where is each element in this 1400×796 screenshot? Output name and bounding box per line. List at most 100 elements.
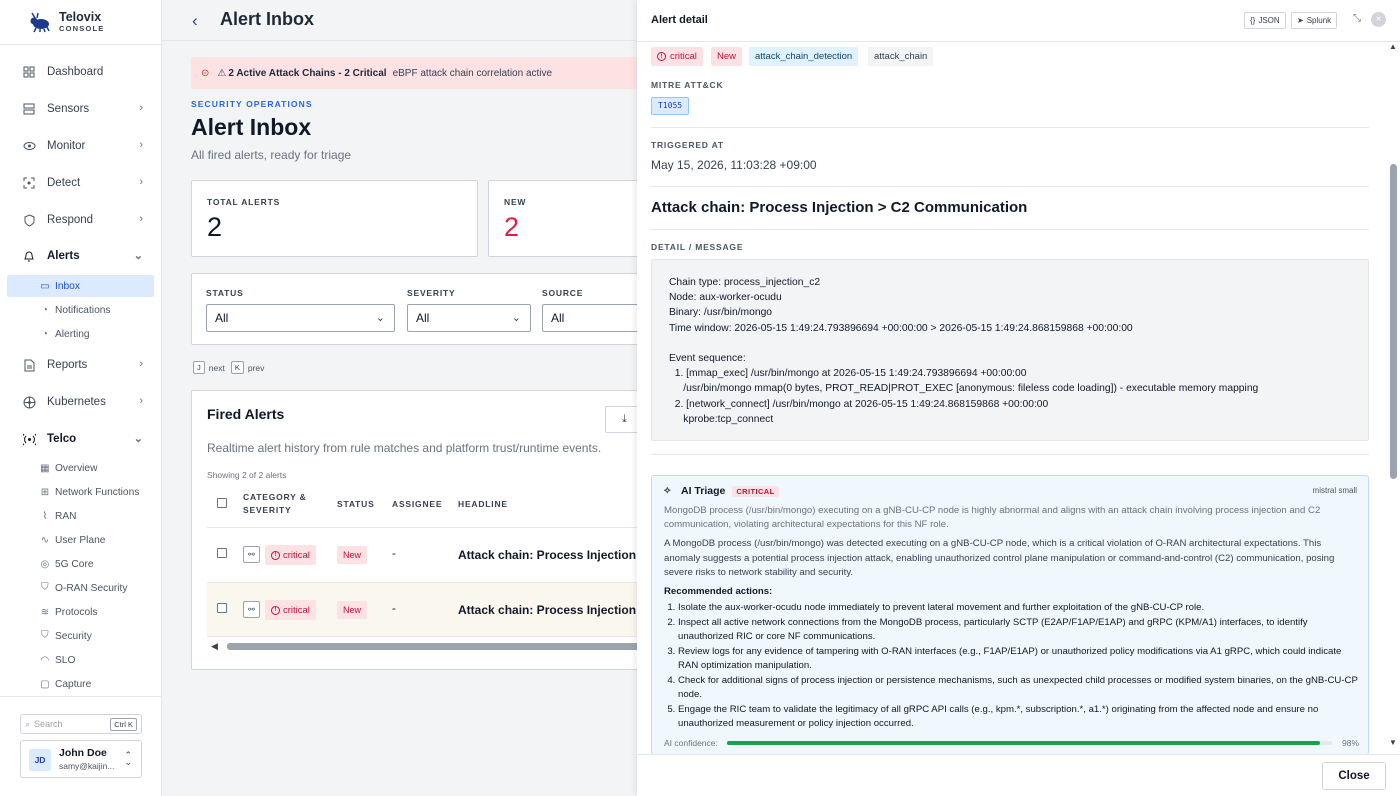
row-checkbox[interactable] [217,603,227,613]
nav-kubernetes[interactable]: Kubernetes › [22,392,147,412]
nav-telco[interactable]: Telco ⌄ [22,429,147,449]
section-divider [651,229,1369,230]
triage-body: A MongoDB process (/usr/bin/mongo) was d… [664,538,1335,578]
status-tag: New [711,47,743,66]
nav-respond[interactable]: Respond › [22,210,147,230]
alert-message: Chain type: process_injection_c2 Node: a… [651,259,1369,441]
source-select[interactable]: All [542,304,637,332]
minimize-icon[interactable]: ⤡ [1353,13,1361,24]
stat-value: 2 [207,212,223,242]
sidebar-item-ran[interactable]: ⌇ RAN [40,507,153,525]
user-email: samy@kaijin... [59,761,115,771]
nav-label: Reports [47,359,88,371]
hint-text: prev [247,362,265,373]
stat-new-alerts: NEW 2 [488,180,637,257]
chevron-down-icon: ⌄ [133,433,143,445]
sidebar-item-5g-core[interactable]: ◎ 5G Core [40,555,153,573]
sidebar-item-notifications[interactable]: ◔ Notifications [40,301,153,319]
user-menu[interactable]: JD John Doe samy@kaijin... ⌃ ⌄ [20,740,142,778]
brand[interactable]: Telovix CONSOLE [28,10,105,34]
nav-detect[interactable]: Detect › [22,173,147,193]
sidebar-item-inbox[interactable]: ▭ Inbox [7,275,154,297]
sidebar-item-protocols[interactable]: ≋ Protocols [40,603,153,621]
horizontal-scrollbar[interactable]: ◀ [207,641,637,651]
column-header-category[interactable]: CATEGORY & SEVERITY [243,491,307,517]
warning-icon: ⚠ [217,67,227,79]
nav-dashboard[interactable]: Dashboard [22,62,147,82]
recommended-actions-label: Recommended actions: [664,586,773,597]
sidebar-item-oran-security[interactable]: ⛉ O-RAN Security [40,579,153,597]
stat-value: 2 [504,212,520,242]
alert-circle-icon: ! [657,52,666,61]
download-button[interactable]: ⤓ [605,406,637,433]
nav-label: Alerts [47,250,80,262]
button-label: JSON [1258,16,1280,25]
rule-tag: attack_chain_detection [749,47,859,66]
action-item: Engage the RIC team to validate the legi… [678,703,1358,732]
nav-alerts[interactable]: Alerts ⌄ [22,246,147,266]
alert-circle-icon: ⊙ [201,67,210,79]
drawer-footer: Close [637,754,1400,796]
severity-select[interactable]: All ⌄ [407,304,531,332]
severity-text: critical [283,604,310,616]
scroll-left-icon[interactable]: ◀ [211,641,218,652]
vertical-scrollbar[interactable]: ▲ ▼ [1387,42,1400,754]
scroll-down-icon[interactable]: ▼ [1389,738,1397,747]
status-select[interactable]: All ⌄ [206,304,395,332]
sidebar-item-user-plane[interactable]: ∿ User Plane [40,531,153,549]
brand-name: Telovix [59,10,102,24]
banner-text: eBPF attack chain correlation active [392,67,553,79]
nav-reports[interactable]: Reports › [22,355,147,375]
scroll-up-icon[interactable]: ▲ [1389,42,1397,51]
button-label: Splunk [1306,16,1332,25]
confidence-label: AI confidence: [664,738,718,748]
user-name: John Doe [59,747,107,759]
search-shortcut: Ctrl K [110,718,137,731]
close-button[interactable]: Close [1322,762,1386,790]
status-badge: New [337,546,368,564]
capture-icon: ▢ [40,678,50,690]
topbar-title: Alert Inbox [220,9,315,29]
status-badge: New [337,601,368,619]
sidebar-item-slo[interactable]: ◠ SLO [40,651,153,669]
stat-label: NEW [504,197,527,207]
category-tag: attack_chain [868,47,934,66]
column-header-headline[interactable]: HEADLINE [458,498,508,511]
sidebar-item-capture[interactable]: ▢ Capture [40,675,153,693]
sidebar-item-overview[interactable]: ▦ Overview [40,459,153,477]
close-icon[interactable]: × [1371,12,1386,27]
nav-monitor[interactable]: Monitor › [22,136,147,156]
sidebar-item-network-functions[interactable]: ⊞ Network Functions [40,483,153,501]
select-all-checkbox[interactable] [217,498,227,508]
filters-panel: STATUS All ⌄ SEVERITY All ⌄ SOURCE All [191,273,637,345]
chevron-updown-icon: ⌃ ⌄ [124,750,132,767]
column-header-status[interactable]: STATUS [337,498,375,511]
bell-icon: ◔ [41,304,49,316]
json-button[interactable]: {} JSON [1244,12,1286,29]
fired-alerts-card: Fired Alerts ⤓ Realtime alert history fr… [191,390,637,670]
page-title: Alert Inbox [191,114,312,140]
sidebar-item-alerting[interactable]: ◔ Alerting [40,325,153,343]
section-divider [651,186,1369,187]
attack-chain-banner[interactable]: ⊙ ⚠ 2 Active Attack Chains - 2 Critical … [191,57,637,89]
confidence-value: 98% [1341,738,1359,748]
mitre-technique-tag[interactable]: T1055 [651,97,690,115]
action-item: Isolate the aux-worker-ocudu node immedi… [678,601,1358,616]
scrollbar-thumb[interactable] [1390,164,1397,479]
action-item: Review logs for any evidence of tamperin… [678,645,1358,674]
hint-text: next [208,362,225,373]
drawer-title: Alert detail [651,14,708,26]
scrollbar-thumb[interactable] [227,643,637,650]
row-checkbox[interactable] [217,548,227,558]
column-header-assignee[interactable]: ASSIGNEE [392,498,442,511]
send-icon: ➤ [1297,16,1304,25]
search-input[interactable]: ⌕ Search Ctrl K [20,714,142,734]
sidebar-divider [0,696,161,697]
nav-sensors[interactable]: Sensors › [22,99,147,119]
grid-icon [22,65,36,79]
chevron-right-icon: › [139,139,143,151]
alert-detail-drawer: Alert detail {} JSON ➤ Splunk ⤡ × ! criti… [637,0,1400,796]
back-arrow-icon[interactable]: ‹ [192,11,198,31]
sidebar-item-security[interactable]: ⛉ Security [40,627,153,645]
splunk-button[interactable]: ➤ Splunk [1291,12,1338,29]
